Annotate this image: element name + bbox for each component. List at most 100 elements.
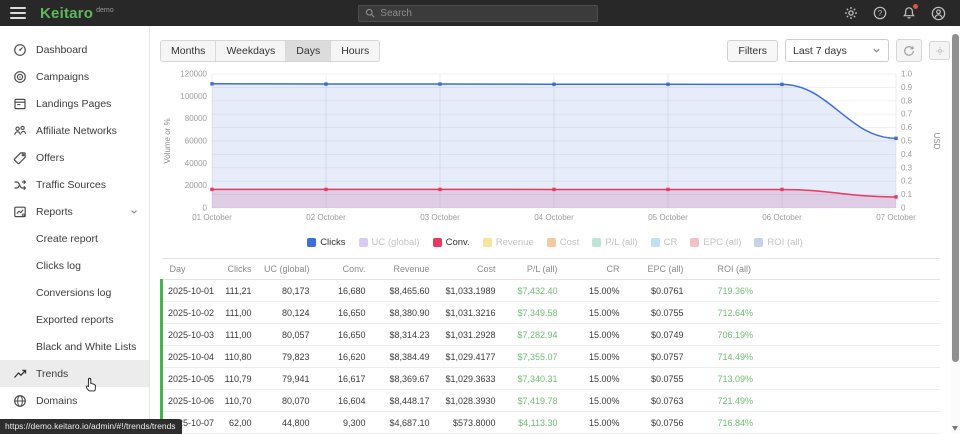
tab-days[interactable]: Days <box>286 41 331 61</box>
sidebar-subitem-exported-reports[interactable]: Exported reports <box>0 306 149 333</box>
settings-icon[interactable] <box>843 5 859 21</box>
column-header-conv[interactable]: Conv. <box>314 259 370 280</box>
sidebar-subitem-label: Create report <box>36 233 98 245</box>
cell-day: 2025-10-01 <box>162 280 218 302</box>
sidebar-subitem-clicks-log[interactable]: Clicks log <box>0 252 149 279</box>
cell-revenue: $8,448.17 <box>370 390 434 412</box>
svg-text:?: ? <box>878 9 883 18</box>
tab-months[interactable]: Months <box>161 41 216 61</box>
svg-text:1.0: 1.0 <box>901 70 913 79</box>
column-header-cost[interactable]: Cost <box>434 259 500 280</box>
cell-cr: 15.00% <box>562 390 624 412</box>
sidebar-item-affiliate-networks[interactable]: Affiliate Networks <box>0 117 149 144</box>
svg-text:0: 0 <box>203 204 208 213</box>
cell-roi-all: 721.49% <box>688 390 782 412</box>
refresh-button[interactable] <box>896 39 922 62</box>
cell-epc-all: $0.0749 <box>624 324 688 346</box>
legend-item-conv[interactable]: Conv. <box>433 237 470 248</box>
cell-p-l-all: $7,349.58 <box>500 302 562 324</box>
menu-icon[interactable] <box>0 0 38 26</box>
cell-uc-global: 79,941 <box>256 368 314 390</box>
table-row: 2025-10-0762,0044,8009,300$4,687.10$573.… <box>162 412 941 434</box>
sidebar-item-label: Domains <box>36 395 77 407</box>
cell-clicks: 110,70 <box>218 390 256 412</box>
trends-chart-card: 00.10.20.30.40.50.60.70.80.91.001 Octobe… <box>160 66 950 235</box>
sidebar-item-label: Dashboard <box>36 44 87 56</box>
cell-uc-global: 80,124 <box>256 302 314 324</box>
cell-roi-all: 719.36% <box>688 280 782 302</box>
cell-uc-global: 79,823 <box>256 346 314 368</box>
cell-revenue: $8,384.49 <box>370 346 434 368</box>
legend-item-epc-all[interactable]: EPC (all) <box>690 237 741 248</box>
column-header-p-l-all[interactable]: P/L (all) <box>500 259 562 280</box>
sidebar-item-traffic-sources[interactable]: Traffic Sources <box>0 171 149 198</box>
sidebar-subitem-black-and-white-lists[interactable]: Black and White Lists <box>0 333 149 360</box>
sidebar-subitem-create-report[interactable]: Create report <box>0 225 149 252</box>
sidebar-subitem-conversions-log[interactable]: Conversions log <box>0 279 149 306</box>
cell-uc-global: 80,173 <box>256 280 314 302</box>
column-header-epc-all[interactable]: EPC (all) <box>624 259 688 280</box>
legend-item-cr[interactable]: CR <box>651 237 678 248</box>
legend-item-cost[interactable]: Cost <box>547 237 580 248</box>
table-row: 2025-10-06110,7080,07016,604$8,448.17$1,… <box>162 390 941 412</box>
trends-chart: 00.10.20.30.40.50.60.70.80.91.001 Octobe… <box>160 66 940 230</box>
sidebar-item-label: Landings Pages <box>36 98 111 110</box>
notifications-bell-icon[interactable] <box>901 5 917 21</box>
legend-item-roi-all[interactable]: ROI (all) <box>754 237 802 248</box>
legend-item-clicks[interactable]: Clicks <box>307 237 345 248</box>
sidebar-item-landings-pages[interactable]: Landings Pages <box>0 90 149 117</box>
scrollbar-down-arrow[interactable] <box>952 426 958 431</box>
profile-icon[interactable] <box>930 5 946 21</box>
legend-swatch <box>592 238 601 247</box>
column-header-roi-all[interactable]: ROI (all) <box>688 259 782 280</box>
svg-text:0.2: 0.2 <box>901 177 913 186</box>
traffic-icon <box>12 177 27 192</box>
search-input[interactable] <box>380 8 591 19</box>
cell-epc-all: $0.0761 <box>624 280 688 302</box>
cell-epc-all: $0.0757 <box>624 346 688 368</box>
sidebar-item-campaigns[interactable]: Campaigns <box>0 63 149 90</box>
cell-epc-all: $0.0755 <box>624 302 688 324</box>
sidebar-subitem-label: Black and White Lists <box>36 341 136 353</box>
sidebar-item-label: Reports <box>36 206 73 218</box>
cell-clicks: 111,00 <box>218 324 256 346</box>
cell-p-l-all: $7,419.78 <box>500 390 562 412</box>
cell-cr: 15.00% <box>562 368 624 390</box>
svg-text:01 October: 01 October <box>192 213 232 222</box>
sidebar-item-dashboard[interactable]: Dashboard <box>0 36 149 63</box>
cell-cr: 15.00% <box>562 346 624 368</box>
sidebar-item-label: Offers <box>36 152 64 164</box>
scrollbar-thumb[interactable] <box>952 34 959 362</box>
column-header-cr[interactable]: CR <box>562 259 624 280</box>
tab-weekdays[interactable]: Weekdays <box>216 41 286 61</box>
sidebar-subitem-label: Exported reports <box>36 314 114 326</box>
vertical-scrollbar <box>951 26 960 434</box>
cell-revenue: $8,369.67 <box>370 368 434 390</box>
dashboard-icon <box>12 42 27 57</box>
cell-clicks: 62,00 <box>218 412 256 434</box>
sidebar-item-offers[interactable]: Offers <box>0 144 149 171</box>
legend-item-p-l-all[interactable]: P/L (all) <box>592 237 637 248</box>
tab-hours[interactable]: Hours <box>331 41 379 61</box>
svg-text:02 October: 02 October <box>306 213 346 222</box>
cell-cr: 15.00% <box>562 412 624 434</box>
cell-revenue: $8,380.90 <box>370 302 434 324</box>
svg-text:05 October: 05 October <box>648 213 688 222</box>
granularity-tabs: MonthsWeekdaysDaysHours <box>160 40 380 62</box>
column-header-revenue[interactable]: Revenue <box>370 259 434 280</box>
chart-settings-button[interactable] <box>929 41 950 60</box>
sidebar-item-domains[interactable]: Domains <box>0 387 149 414</box>
legend-item-revenue[interactable]: Revenue <box>483 237 534 248</box>
search-box[interactable] <box>358 5 598 22</box>
help-icon[interactable]: ? <box>872 5 888 21</box>
column-header-clicks[interactable]: Clicks <box>218 259 256 280</box>
date-range-select[interactable]: Last 7 days <box>785 39 889 62</box>
sidebar-item-reports[interactable]: Reports <box>0 198 149 225</box>
filters-button[interactable]: Filters <box>727 40 778 62</box>
column-header-day[interactable]: Day <box>162 259 218 280</box>
domains-icon <box>12 393 27 408</box>
svg-text:60000: 60000 <box>185 137 208 146</box>
legend-item-uc-global[interactable]: UC (global) <box>359 237 420 248</box>
sidebar-item-trends[interactable]: Trends <box>0 360 149 387</box>
column-header-uc-global[interactable]: UC (global) <box>256 259 314 280</box>
